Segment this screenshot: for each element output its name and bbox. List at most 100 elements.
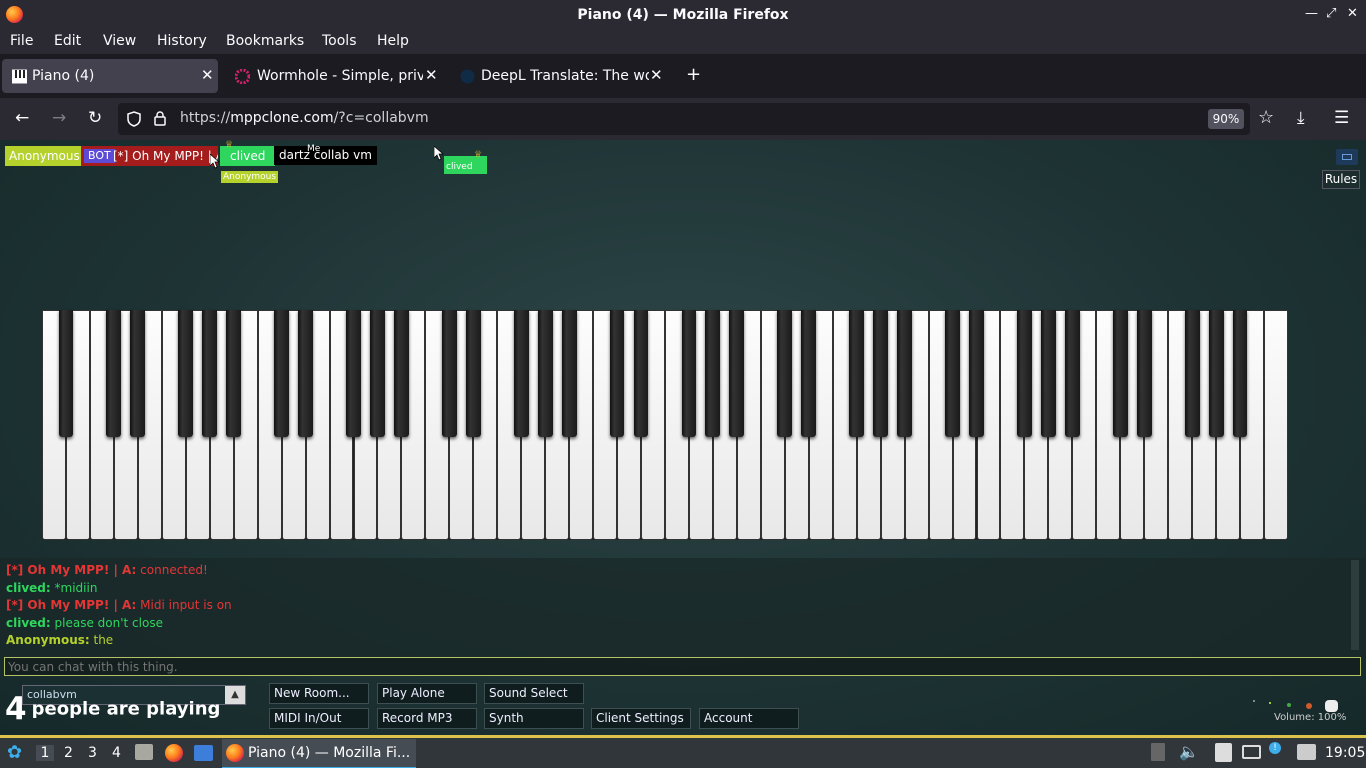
- participant-bot[interactable]: BOT [*] Oh My MPP! | A: [81, 146, 218, 166]
- piano-keyboard[interactable]: [42, 310, 1288, 540]
- menu-hamburger-icon[interactable]: ☰: [1334, 108, 1349, 128]
- tracking-shield-icon[interactable]: [127, 111, 141, 127]
- black-key[interactable]: [681, 310, 697, 437]
- black-key[interactable]: [226, 310, 242, 437]
- close-window-icon[interactable]: ✕: [1347, 6, 1358, 21]
- chevron-up-icon[interactable]: ▲: [225, 686, 245, 704]
- participant-anonymous[interactable]: Anonymous: [5, 146, 84, 166]
- chat-scrollbar[interactable]: [1351, 560, 1359, 650]
- black-key[interactable]: [897, 310, 913, 437]
- black-key[interactable]: [1136, 310, 1152, 437]
- black-key[interactable]: [274, 310, 290, 437]
- chat-input[interactable]: [4, 657, 1361, 676]
- menu-edit[interactable]: Edit: [54, 33, 81, 49]
- black-key[interactable]: [393, 310, 409, 437]
- black-key[interactable]: [441, 310, 457, 437]
- black-key[interactable]: [1016, 310, 1032, 437]
- account-button[interactable]: Account: [699, 708, 799, 729]
- black-key[interactable]: [873, 310, 889, 437]
- black-key[interactable]: [537, 310, 553, 437]
- black-key[interactable]: [1040, 310, 1056, 437]
- rules-button[interactable]: Rules: [1322, 170, 1360, 189]
- play-alone-button[interactable]: Play Alone: [377, 683, 477, 704]
- black-key[interactable]: [777, 310, 793, 437]
- back-icon[interactable]: ←: [15, 108, 29, 128]
- volume-icon[interactable]: 🔈: [1179, 742, 1199, 761]
- black-key[interactable]: [130, 310, 146, 437]
- tab-deepl[interactable]: DeepL Translate: The wor ✕: [450, 59, 668, 93]
- tab-wormhole[interactable]: Wormhole - Simple, priva ✕: [225, 59, 443, 93]
- new-tab-icon[interactable]: +: [686, 64, 701, 85]
- lock-icon[interactable]: [154, 111, 166, 126]
- crown-icon: ♕: [225, 140, 234, 150]
- volume-knob[interactable]: [1325, 700, 1338, 712]
- client-settings-button[interactable]: Client Settings: [591, 708, 691, 729]
- black-key[interactable]: [178, 310, 194, 437]
- desktop-4[interactable]: 4: [112, 745, 121, 761]
- black-key[interactable]: [969, 310, 984, 437]
- firefox-launcher-icon[interactable]: [165, 744, 183, 762]
- maximize-icon[interactable]: ⤢: [1326, 6, 1336, 21]
- close-tab-icon[interactable]: ✕: [201, 66, 214, 84]
- menu-view[interactable]: View: [103, 33, 136, 49]
- menu-tools[interactable]: Tools: [322, 33, 357, 49]
- black-key[interactable]: [801, 310, 817, 437]
- black-key[interactable]: [561, 310, 577, 437]
- new-room-button[interactable]: New Room...: [269, 683, 369, 704]
- clipboard-icon[interactable]: [1151, 743, 1165, 761]
- minimize-icon[interactable]: —: [1305, 6, 1318, 21]
- black-key[interactable]: [513, 310, 529, 437]
- bookmark-star-icon[interactable]: ☆: [1258, 107, 1274, 128]
- black-key[interactable]: [1064, 310, 1080, 437]
- terminal-icon[interactable]: [194, 745, 213, 761]
- black-key[interactable]: [298, 310, 313, 437]
- record-mp3-button[interactable]: Record MP3: [377, 708, 477, 729]
- room-settings-icon[interactable]: [1336, 149, 1358, 165]
- black-key[interactable]: [346, 310, 361, 437]
- app-launcher-icon[interactable]: ✿: [7, 742, 22, 763]
- black-key[interactable]: [729, 310, 745, 437]
- piano-icon: [12, 69, 27, 84]
- url-bar[interactable]: https://mppclone.com/?c=collabvm 90% ☆: [118, 103, 1274, 135]
- network-icon[interactable]: [1297, 744, 1316, 760]
- forward-icon[interactable]: →: [52, 108, 66, 128]
- display-icon[interactable]: [1242, 745, 1261, 759]
- menu-bookmarks[interactable]: Bookmarks: [226, 33, 304, 49]
- black-key[interactable]: [849, 310, 865, 437]
- black-key[interactable]: [1184, 310, 1200, 437]
- file-manager-icon[interactable]: [135, 744, 153, 760]
- desktop-3[interactable]: 3: [88, 745, 97, 761]
- black-key[interactable]: [202, 310, 218, 437]
- close-tab-icon[interactable]: ✕: [650, 66, 663, 84]
- reload-icon[interactable]: ↻: [88, 108, 102, 128]
- sound-select-button[interactable]: Sound Select: [484, 683, 584, 704]
- menu-history[interactable]: History: [157, 33, 207, 49]
- black-key[interactable]: [370, 310, 385, 437]
- url-text[interactable]: https://mppclone.com/?c=collabvm: [180, 110, 429, 126]
- black-key[interactable]: [58, 310, 74, 437]
- synth-button[interactable]: Synth: [484, 708, 584, 729]
- black-key[interactable]: [106, 310, 122, 437]
- black-key[interactable]: [1112, 310, 1128, 437]
- updates-icon[interactable]: !: [1269, 742, 1281, 754]
- black-key[interactable]: [1208, 310, 1224, 437]
- piano-page: Anonymous BOT [*] Oh My MPP! | A clived …: [0, 140, 1366, 735]
- black-key[interactable]: [609, 310, 625, 437]
- zoom-level[interactable]: 90%: [1208, 109, 1244, 129]
- black-key[interactable]: [633, 310, 649, 437]
- downloads-icon[interactable]: ⤓: [1297, 108, 1305, 128]
- task-firefox[interactable]: Piano (4) — Mozilla Fi...: [222, 739, 416, 768]
- menu-help[interactable]: Help: [377, 33, 409, 49]
- black-key[interactable]: [465, 310, 481, 437]
- tab-piano[interactable]: Piano (4) ✕: [2, 59, 218, 93]
- black-key[interactable]: [1232, 310, 1248, 437]
- menu-file[interactable]: File: [10, 33, 33, 49]
- desktop-2[interactable]: 2: [64, 745, 73, 761]
- black-key[interactable]: [945, 310, 960, 437]
- close-tab-icon[interactable]: ✕: [425, 66, 438, 84]
- desktop-1[interactable]: 1: [36, 745, 54, 761]
- white-key[interactable]: [1264, 310, 1288, 540]
- midi-button[interactable]: MIDI In/Out: [269, 708, 369, 729]
- notes-icon[interactable]: [1215, 743, 1232, 762]
- black-key[interactable]: [705, 310, 721, 437]
